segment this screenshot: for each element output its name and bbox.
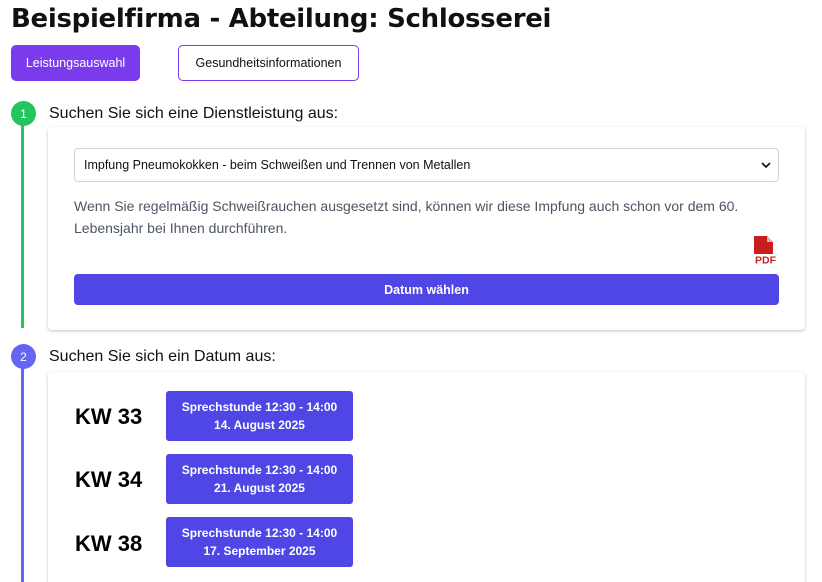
week-label-kw34: KW 34 — [75, 467, 143, 492]
slot-date: 17. September 2025 — [203, 544, 316, 558]
step-1-indicator: 1 — [11, 101, 36, 126]
slot-time: Sprechstunde 12:30 - 14:00 — [181, 400, 338, 414]
service-description: Wenn Sie regelmäßig Schweißrauchen ausge… — [74, 198, 739, 236]
slot-time: Sprechstunde 12:30 - 14:00 — [181, 463, 338, 477]
slot-date: 21. August 2025 — [214, 481, 305, 495]
slot-date: 14. August 2025 — [214, 418, 305, 432]
date-selection-card — [48, 372, 805, 582]
tab-leistungsauswahl[interactable]: Leistungsauswahl — [11, 45, 140, 81]
step-2-connector-line — [21, 368, 24, 582]
step-1-connector-line — [21, 124, 24, 328]
page-title: Beispielfirma - Abteilung: Schlosserei — [11, 4, 552, 34]
chevron-down-icon — [761, 162, 771, 168]
step-2-indicator: 2 — [11, 344, 36, 369]
appointment-slot-button[interactable]: Sprechstunde 12:30 - 14:00 17. September… — [166, 517, 353, 567]
service-select-value: Impfung Pneumokokken - beim Schweißen un… — [84, 158, 471, 172]
step-1-title: Suchen Sie sich eine Dienstleistung aus: — [49, 105, 339, 122]
pdf-file-icon[interactable]: PDF — [751, 235, 779, 265]
tab-gesundheitsinformationen[interactable]: Gesundheitsinformationen — [178, 45, 359, 81]
week-label-kw33: KW 33 — [75, 404, 143, 429]
service-select[interactable]: Impfung Pneumokokken - beim Schweißen un… — [74, 148, 779, 182]
week-label-kw38: KW 38 — [75, 531, 143, 556]
step-2-title: Suchen Sie sich ein Datum aus: — [49, 348, 276, 365]
appointment-slot-button[interactable]: Sprechstunde 12:30 - 14:00 14. August 20… — [166, 391, 353, 441]
choose-date-button[interactable]: Datum wählen — [74, 274, 779, 305]
slot-time: Sprechstunde 12:30 - 14:00 — [181, 526, 338, 540]
appointment-slot-button[interactable]: Sprechstunde 12:30 - 14:00 21. August 20… — [166, 454, 353, 504]
pdf-icon-label: PDF — [755, 255, 777, 266]
